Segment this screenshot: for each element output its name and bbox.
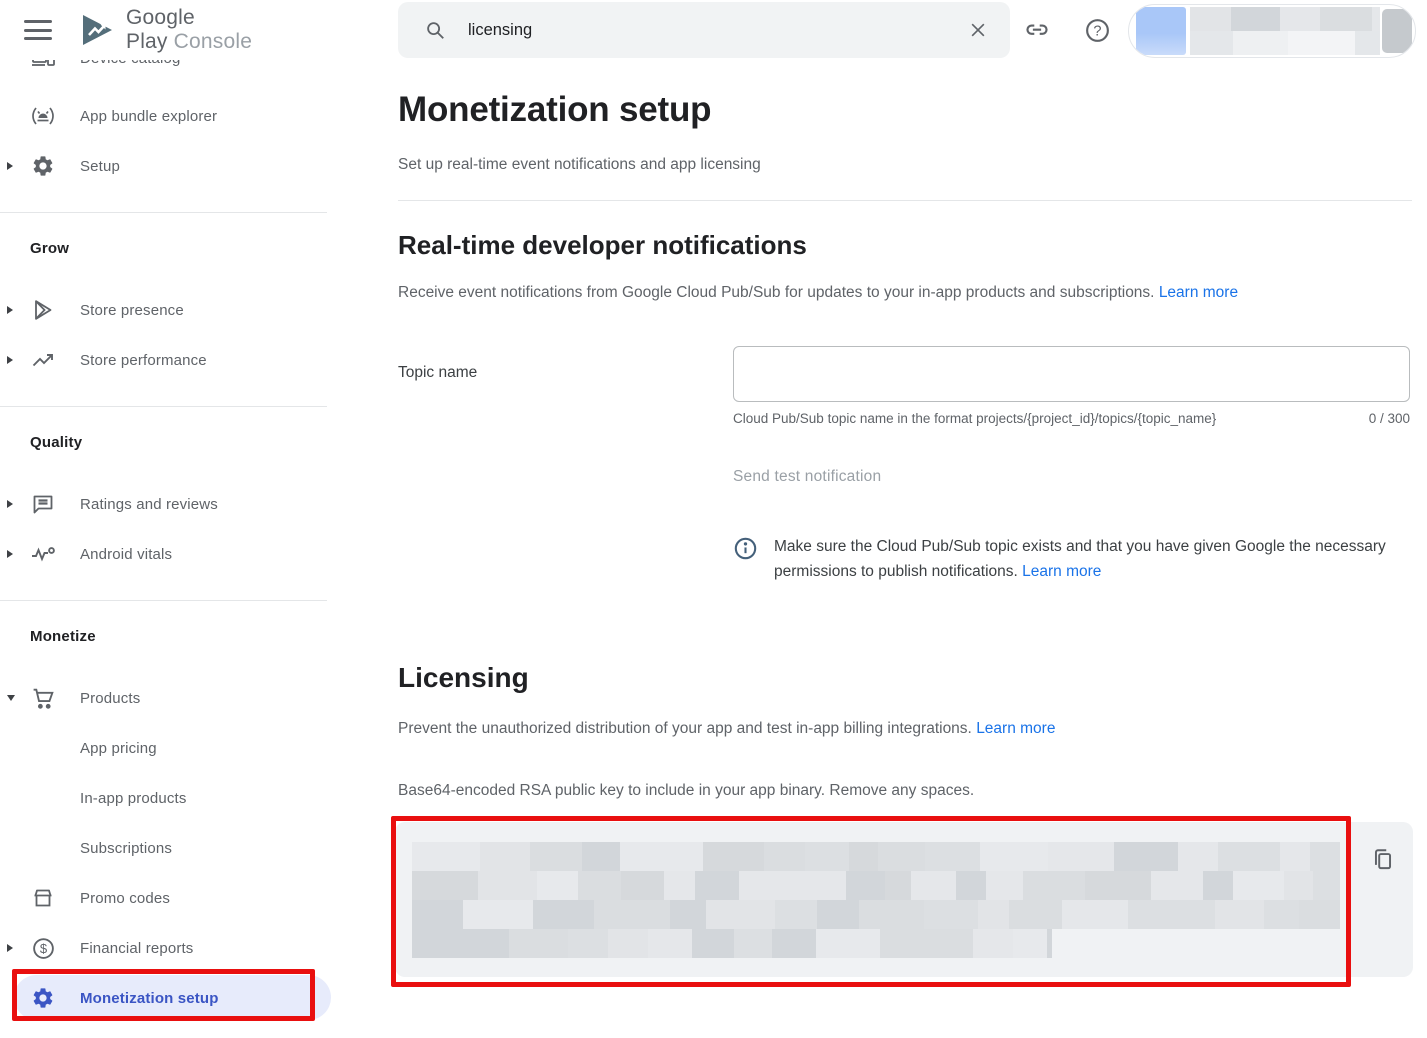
sidebar-item-app-pricing[interactable]: App pricing: [0, 723, 327, 773]
sidebar-item-setup[interactable]: Setup: [0, 141, 327, 191]
license-key-caption: Base64-encoded RSA public key to include…: [398, 782, 974, 800]
sidebar-item-store-presence[interactable]: Store presence: [0, 285, 327, 335]
send-test-notification-button[interactable]: Send test notification: [733, 468, 881, 486]
sidebar-item-monetization-setup[interactable]: Monetization setup: [0, 973, 327, 1023]
topic-name-label: Topic name: [398, 364, 477, 382]
sidebar-item-label: Promo codes: [80, 890, 170, 907]
sidebar-item-label: Monetization setup: [80, 990, 219, 1007]
chevron-right-icon[interactable]: [7, 500, 13, 508]
dollar-icon: $: [30, 935, 56, 961]
sidebar-item-app-bundle-explorer[interactable]: App bundle explorer: [0, 91, 327, 141]
notifications-description: Receive event notifications from Google …: [398, 284, 1238, 302]
info-note: Make sure the Cloud Pub/Sub topic exists…: [733, 534, 1386, 584]
reviews-icon: [30, 491, 56, 517]
chevron-right-icon[interactable]: [7, 306, 13, 314]
licensing-description-text: Prevent the unauthorized distribution of…: [398, 720, 972, 737]
divider: [0, 406, 327, 407]
sidebar-item-label: App bundle explorer: [80, 108, 217, 125]
copy-icon[interactable]: [1366, 843, 1400, 877]
redacted-license-key: [412, 842, 1340, 958]
sidebar-item-label: Setup: [80, 158, 120, 175]
main-content: Monetization setup Set up real-time even…: [398, 0, 1414, 1038]
page-title: Monetization setup: [398, 90, 711, 130]
section-label-quality: Quality: [0, 430, 327, 454]
svg-text:$: $: [39, 941, 47, 956]
license-key-field[interactable]: [395, 822, 1413, 977]
sidebar-item-device-catalog-clipped[interactable]: Device catalog: [0, 60, 327, 91]
vitals-icon: [30, 541, 56, 567]
notifications-description-text: Receive event notifications from Google …: [398, 284, 1155, 301]
divider: [0, 212, 327, 213]
sidebar-item-label: Store presence: [80, 302, 184, 319]
learn-more-link[interactable]: Learn more: [976, 720, 1055, 737]
sidebar-item-android-vitals[interactable]: Android vitals: [0, 529, 327, 579]
google-play-console-logo: Google PlayConsole: [78, 6, 327, 54]
page-subtitle: Set up real-time event notifications and…: [398, 156, 761, 174]
sidebar-item-label: Store performance: [80, 352, 207, 369]
chevron-right-icon[interactable]: [7, 162, 13, 170]
sidebar-item-label: Products: [80, 690, 140, 707]
info-icon: [733, 536, 758, 584]
sidebar-item-financial-reports[interactable]: $ Financial reports: [0, 923, 327, 973]
devices-icon: [30, 60, 56, 71]
storefront-icon: [30, 885, 56, 911]
play-logo-icon: [78, 13, 116, 47]
divider: [398, 200, 1412, 201]
char-counter: 0 / 300: [1369, 411, 1410, 426]
chevron-right-icon[interactable]: [7, 550, 13, 558]
gear-icon: [30, 985, 56, 1011]
sidebar-item-promo-codes[interactable]: Promo codes: [0, 873, 327, 923]
logo-text-secondary: Console: [174, 30, 252, 53]
section-label-monetize: Monetize: [0, 624, 327, 648]
chevron-right-icon[interactable]: [7, 944, 13, 952]
sidebar-item-label: Subscriptions: [80, 840, 172, 857]
chevron-down-icon[interactable]: [7, 695, 15, 701]
app-bundle-icon: [30, 103, 56, 129]
sidebar-item-in-app-products[interactable]: In-app products: [0, 773, 327, 823]
sidebar-item-label: Ratings and reviews: [80, 496, 218, 513]
sidebar-item-label: Device catalog: [80, 60, 181, 67]
chevron-right-icon[interactable]: [7, 356, 13, 364]
menu-icon[interactable]: [24, 20, 52, 40]
store-presence-icon: [30, 297, 56, 323]
sidebar-item-ratings-and-reviews[interactable]: Ratings and reviews: [0, 479, 327, 529]
section-label-grow: Grow: [0, 236, 327, 260]
sidebar-item-label: In-app products: [80, 790, 186, 807]
app-header: Google PlayConsole: [0, 0, 327, 60]
sidebar-item-products[interactable]: Products: [0, 673, 327, 723]
divider: [0, 600, 327, 601]
sidebar-item-subscriptions[interactable]: Subscriptions: [0, 823, 327, 873]
trending-up-icon: [30, 347, 56, 373]
topic-helper-text: Cloud Pub/Sub topic name in the format p…: [733, 411, 1216, 426]
sidebar-item-label: Android vitals: [80, 546, 172, 563]
sidebar: Google PlayConsole Device catalog: [0, 0, 327, 1038]
sidebar-item-label: App pricing: [80, 740, 157, 757]
cart-icon: [30, 685, 56, 711]
topic-name-input[interactable]: [733, 346, 1410, 402]
gear-icon: [30, 153, 56, 179]
licensing-description: Prevent the unauthorized distribution of…: [398, 720, 1055, 738]
learn-more-link[interactable]: Learn more: [1022, 563, 1101, 580]
learn-more-link[interactable]: Learn more: [1159, 284, 1238, 301]
sidebar-item-store-performance[interactable]: Store performance: [0, 335, 327, 385]
sidebar-item-label: Financial reports: [80, 940, 193, 957]
licensing-heading: Licensing: [398, 662, 529, 694]
notifications-heading: Real-time developer notifications: [398, 230, 807, 261]
